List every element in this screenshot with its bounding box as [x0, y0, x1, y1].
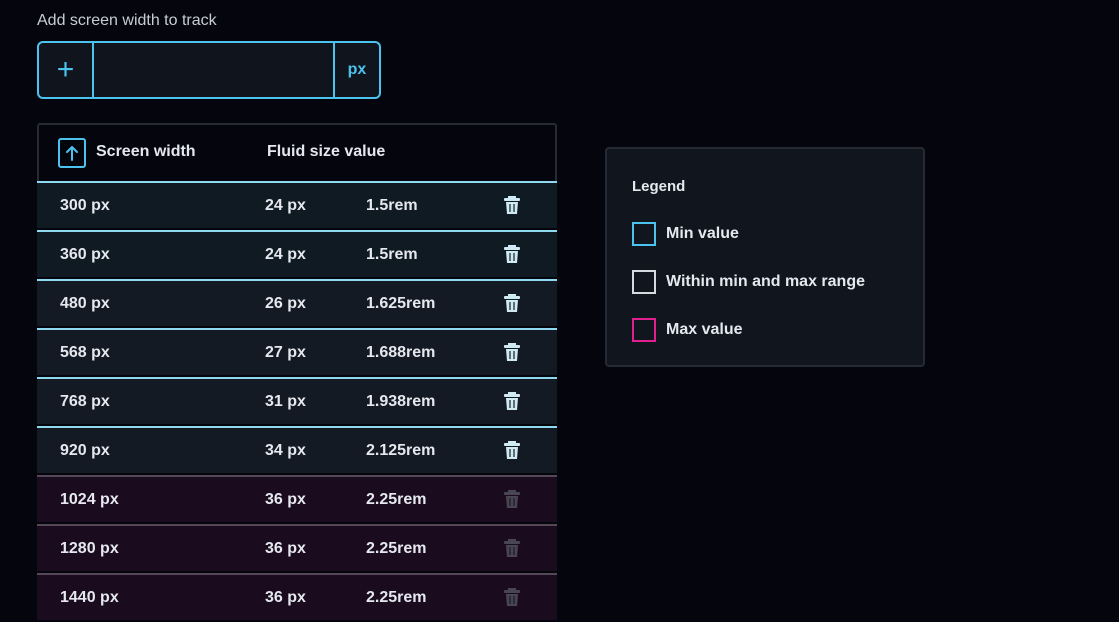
- cell-px-value: 36 px: [265, 491, 306, 508]
- cell-px-value: 26 px: [265, 295, 306, 312]
- legend-label: Within min and max range: [666, 273, 865, 290]
- cell-rem-value: 1.5rem: [366, 246, 418, 263]
- legend-label: Max value: [666, 321, 743, 338]
- delete-row-button[interactable]: [502, 342, 522, 362]
- legend-item: Within min and max range: [632, 270, 865, 294]
- table-body: 300 px 24 px 1.5rem 360 px 24 px 1.5rem 480 px…: [37, 181, 557, 620]
- cell-rem-value: 2.125rem: [366, 442, 436, 459]
- table-row: 1024 px 36 px 2.25rem: [37, 475, 557, 522]
- cell-rem-value: 1.938rem: [366, 393, 436, 410]
- cell-rem-value: 2.25rem: [366, 540, 427, 557]
- cell-rem-value: 1.688rem: [366, 344, 436, 361]
- cell-rem-value: 2.25rem: [366, 491, 427, 508]
- cell-px-value: 24 px: [265, 246, 306, 263]
- trash-icon: [504, 441, 520, 459]
- table-row: 1440 px 36 px 2.25rem: [37, 573, 557, 620]
- table-header: Screen width Fluid size value: [37, 123, 557, 181]
- trash-icon: [504, 196, 520, 214]
- cell-px-value: 36 px: [265, 540, 306, 557]
- delete-row-button[interactable]: [502, 538, 522, 558]
- cell-rem-value: 1.5rem: [366, 197, 418, 214]
- cell-rem-value: 2.25rem: [366, 589, 427, 606]
- cell-px-value: 31 px: [265, 393, 306, 410]
- add-width-label: Add screen width to track: [37, 12, 217, 29]
- trash-icon: [504, 490, 520, 508]
- cell-px-value: 24 px: [265, 197, 306, 214]
- legend-panel: Legend Min value Within min and max range…: [605, 147, 925, 367]
- table-row: 568 px 27 px 1.688rem: [37, 328, 557, 375]
- screen-width-input[interactable]: [94, 43, 333, 97]
- table-row: 300 px 24 px 1.5rem: [37, 181, 557, 228]
- header-fluid-size: Fluid size value: [267, 143, 386, 160]
- trash-icon: [504, 343, 520, 361]
- delete-row-button[interactable]: [502, 391, 522, 411]
- legend-swatch: [632, 270, 656, 294]
- cell-screen-width: 300 px: [60, 197, 110, 214]
- cell-screen-width: 568 px: [60, 344, 110, 361]
- add-width-control: + px: [37, 41, 381, 99]
- sort-ascending-button[interactable]: [58, 138, 86, 168]
- legend-item: Min value: [632, 222, 739, 246]
- cell-screen-width: 1280 px: [60, 540, 119, 557]
- legend-item: Max value: [632, 318, 742, 342]
- cell-px-value: 36 px: [265, 589, 306, 606]
- cell-screen-width: 1024 px: [60, 491, 119, 508]
- header-screen-width: Screen width: [96, 143, 196, 160]
- legend-swatch: [632, 318, 656, 342]
- table-row: 480 px 26 px 1.625rem: [37, 279, 557, 326]
- cell-px-value: 27 px: [265, 344, 306, 361]
- add-width-button[interactable]: +: [39, 43, 94, 97]
- table-row: 1280 px 36 px 2.25rem: [37, 524, 557, 571]
- trash-icon: [504, 392, 520, 410]
- trash-icon: [504, 539, 520, 557]
- table-row: 768 px 31 px 1.938rem: [37, 377, 557, 424]
- delete-row-button[interactable]: [502, 440, 522, 460]
- trash-icon: [504, 294, 520, 312]
- table-row: 360 px 24 px 1.5rem: [37, 230, 557, 277]
- delete-row-button[interactable]: [502, 244, 522, 264]
- legend-swatch: [632, 222, 656, 246]
- cell-rem-value: 1.625rem: [366, 295, 436, 312]
- legend-label: Min value: [666, 225, 739, 242]
- delete-row-button[interactable]: [502, 293, 522, 313]
- cell-px-value: 34 px: [265, 442, 306, 459]
- delete-row-button[interactable]: [502, 195, 522, 215]
- arrow-up-icon: [66, 146, 78, 161]
- trash-icon: [504, 245, 520, 263]
- unit-label: px: [333, 43, 379, 97]
- legend-title: Legend: [632, 178, 686, 195]
- delete-row-button[interactable]: [502, 489, 522, 509]
- plus-icon: +: [56, 53, 75, 86]
- cell-screen-width: 768 px: [60, 393, 110, 410]
- delete-row-button[interactable]: [502, 587, 522, 607]
- cell-screen-width: 920 px: [60, 442, 110, 459]
- fluid-values-table: Screen width Fluid size value 300 px 24 p…: [37, 123, 557, 622]
- cell-screen-width: 360 px: [60, 246, 110, 263]
- trash-icon: [504, 588, 520, 606]
- cell-screen-width: 480 px: [60, 295, 110, 312]
- table-row: 920 px 34 px 2.125rem: [37, 426, 557, 473]
- cell-screen-width: 1440 px: [60, 589, 119, 606]
